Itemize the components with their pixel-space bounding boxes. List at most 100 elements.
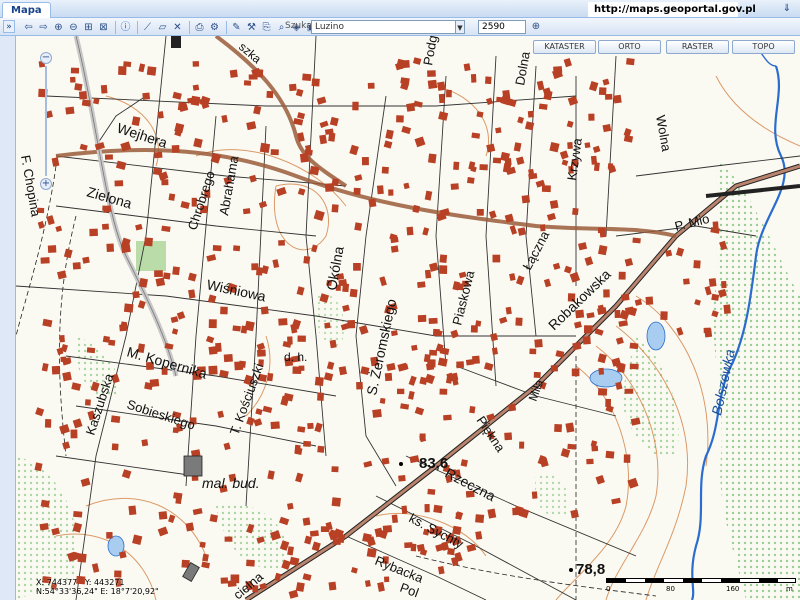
- building: [531, 491, 538, 499]
- building: [199, 541, 206, 548]
- info-icon[interactable]: ⓘ: [119, 21, 132, 34]
- measure-area-icon[interactable]: ⏥: [156, 21, 169, 34]
- building: [278, 318, 288, 326]
- building: [40, 499, 50, 508]
- zoom-extent-icon[interactable]: ⊞: [82, 21, 95, 34]
- building: [584, 142, 591, 149]
- building: [602, 78, 610, 86]
- building: [424, 190, 433, 201]
- layer-button-kataster[interactable]: KATASTER: [533, 40, 596, 54]
- building: [163, 272, 171, 280]
- building: [572, 207, 579, 216]
- building: [217, 410, 225, 419]
- building: [303, 256, 311, 264]
- zoom-out-button[interactable]: +: [40, 178, 52, 190]
- building: [138, 277, 148, 288]
- print-icon[interactable]: ⎙: [193, 21, 206, 34]
- tools-icon[interactable]: ⚒: [245, 21, 258, 34]
- geoportal-url[interactable]: http://maps.geoportal.gov.pl: [588, 2, 756, 17]
- building: [287, 546, 294, 556]
- building: [379, 397, 386, 404]
- building: [463, 63, 471, 72]
- building: [278, 240, 285, 246]
- building: [403, 182, 410, 190]
- draw-icon[interactable]: ✎: [230, 21, 243, 34]
- building: [476, 111, 484, 118]
- building: [266, 90, 274, 99]
- layer-button-raster[interactable]: RASTER: [666, 40, 729, 54]
- zoom-slider-track[interactable]: [45, 66, 47, 176]
- coord-n: N:54°33'36,24": [36, 587, 98, 596]
- back-arrow-icon[interactable]: ⇦: [22, 21, 35, 34]
- building: [488, 210, 497, 219]
- topographic-map: Wejhera Chrobrego Abrahama Zielona F. Ch…: [16, 36, 800, 600]
- building: [424, 504, 430, 513]
- building: [307, 422, 314, 430]
- tab-mapa[interactable]: Mapa: [2, 2, 51, 18]
- building: [56, 270, 67, 280]
- building: [354, 174, 363, 182]
- building: [328, 581, 337, 591]
- building: [386, 362, 396, 372]
- building: [102, 335, 111, 343]
- building: [683, 278, 690, 285]
- zoom-box-icon[interactable]: ⊠: [97, 21, 110, 34]
- building: [201, 561, 211, 569]
- settings-icon[interactable]: ⚙: [208, 21, 221, 34]
- building: [255, 408, 263, 416]
- building: [42, 318, 53, 328]
- export-icon[interactable]: ⎘: [260, 21, 273, 34]
- building: [40, 257, 50, 264]
- building: [495, 127, 502, 134]
- building: [93, 97, 100, 105]
- building: [304, 535, 313, 545]
- building: [302, 517, 311, 526]
- layer-button-orto[interactable]: ORTO: [598, 40, 661, 54]
- building: [59, 423, 70, 435]
- collapsed-side-panel[interactable]: [0, 36, 16, 600]
- building: [146, 66, 157, 76]
- zoom-in-button[interactable]: −: [40, 52, 52, 64]
- building: [563, 57, 572, 68]
- building: [157, 526, 169, 537]
- building: [363, 460, 373, 468]
- building: [483, 362, 494, 371]
- search-input[interactable]: Luzino: [311, 20, 464, 34]
- zoom-out-icon[interactable]: ⊖: [67, 21, 80, 34]
- map-canvas[interactable]: Wejhera Chrobrego Abrahama Zielona F. Ch…: [16, 36, 800, 600]
- building: [229, 69, 238, 78]
- building: [72, 262, 81, 270]
- zoom-to-scale-icon[interactable]: ⊕: [530, 20, 542, 33]
- building: [154, 270, 163, 277]
- building: [297, 335, 306, 342]
- chevron-down-icon[interactable]: ▼: [455, 20, 465, 34]
- building: [249, 174, 257, 183]
- clear-measure-icon[interactable]: ✕: [171, 21, 184, 34]
- building: [476, 209, 484, 216]
- collapse-icon[interactable]: ⇓: [780, 2, 794, 16]
- building: [538, 103, 548, 110]
- building: [141, 439, 149, 447]
- map-toolbar: » ⇦ ⇨ ⊕ ⊖ ⊞ ⊠ ⓘ ⟋ ⏥ ✕ ⎙ ⚙ ✎ ⚒ ⎘ ⌕ ◈ ▣ Sz…: [0, 18, 800, 36]
- layer-button-topo[interactable]: TOPO: [732, 40, 795, 54]
- measure-line-icon[interactable]: ⟋: [141, 21, 154, 34]
- scale-input[interactable]: 2590: [478, 20, 526, 34]
- building: [475, 531, 483, 540]
- building: [255, 69, 264, 78]
- building: [618, 320, 629, 327]
- building: [422, 227, 430, 236]
- building: [149, 378, 160, 388]
- building: [244, 320, 255, 332]
- building: [438, 93, 446, 104]
- zoom-in-icon[interactable]: ⊕: [52, 21, 65, 34]
- building: [605, 450, 615, 459]
- building: [486, 143, 496, 153]
- building: [41, 363, 49, 372]
- building: [554, 424, 562, 433]
- spot-height-836: 83,6: [419, 455, 448, 472]
- building: [258, 200, 268, 209]
- building: [361, 156, 369, 166]
- building: [256, 342, 266, 351]
- expand-sidebar-icon[interactable]: »: [3, 20, 15, 33]
- forward-arrow-icon[interactable]: ⇨: [37, 21, 50, 34]
